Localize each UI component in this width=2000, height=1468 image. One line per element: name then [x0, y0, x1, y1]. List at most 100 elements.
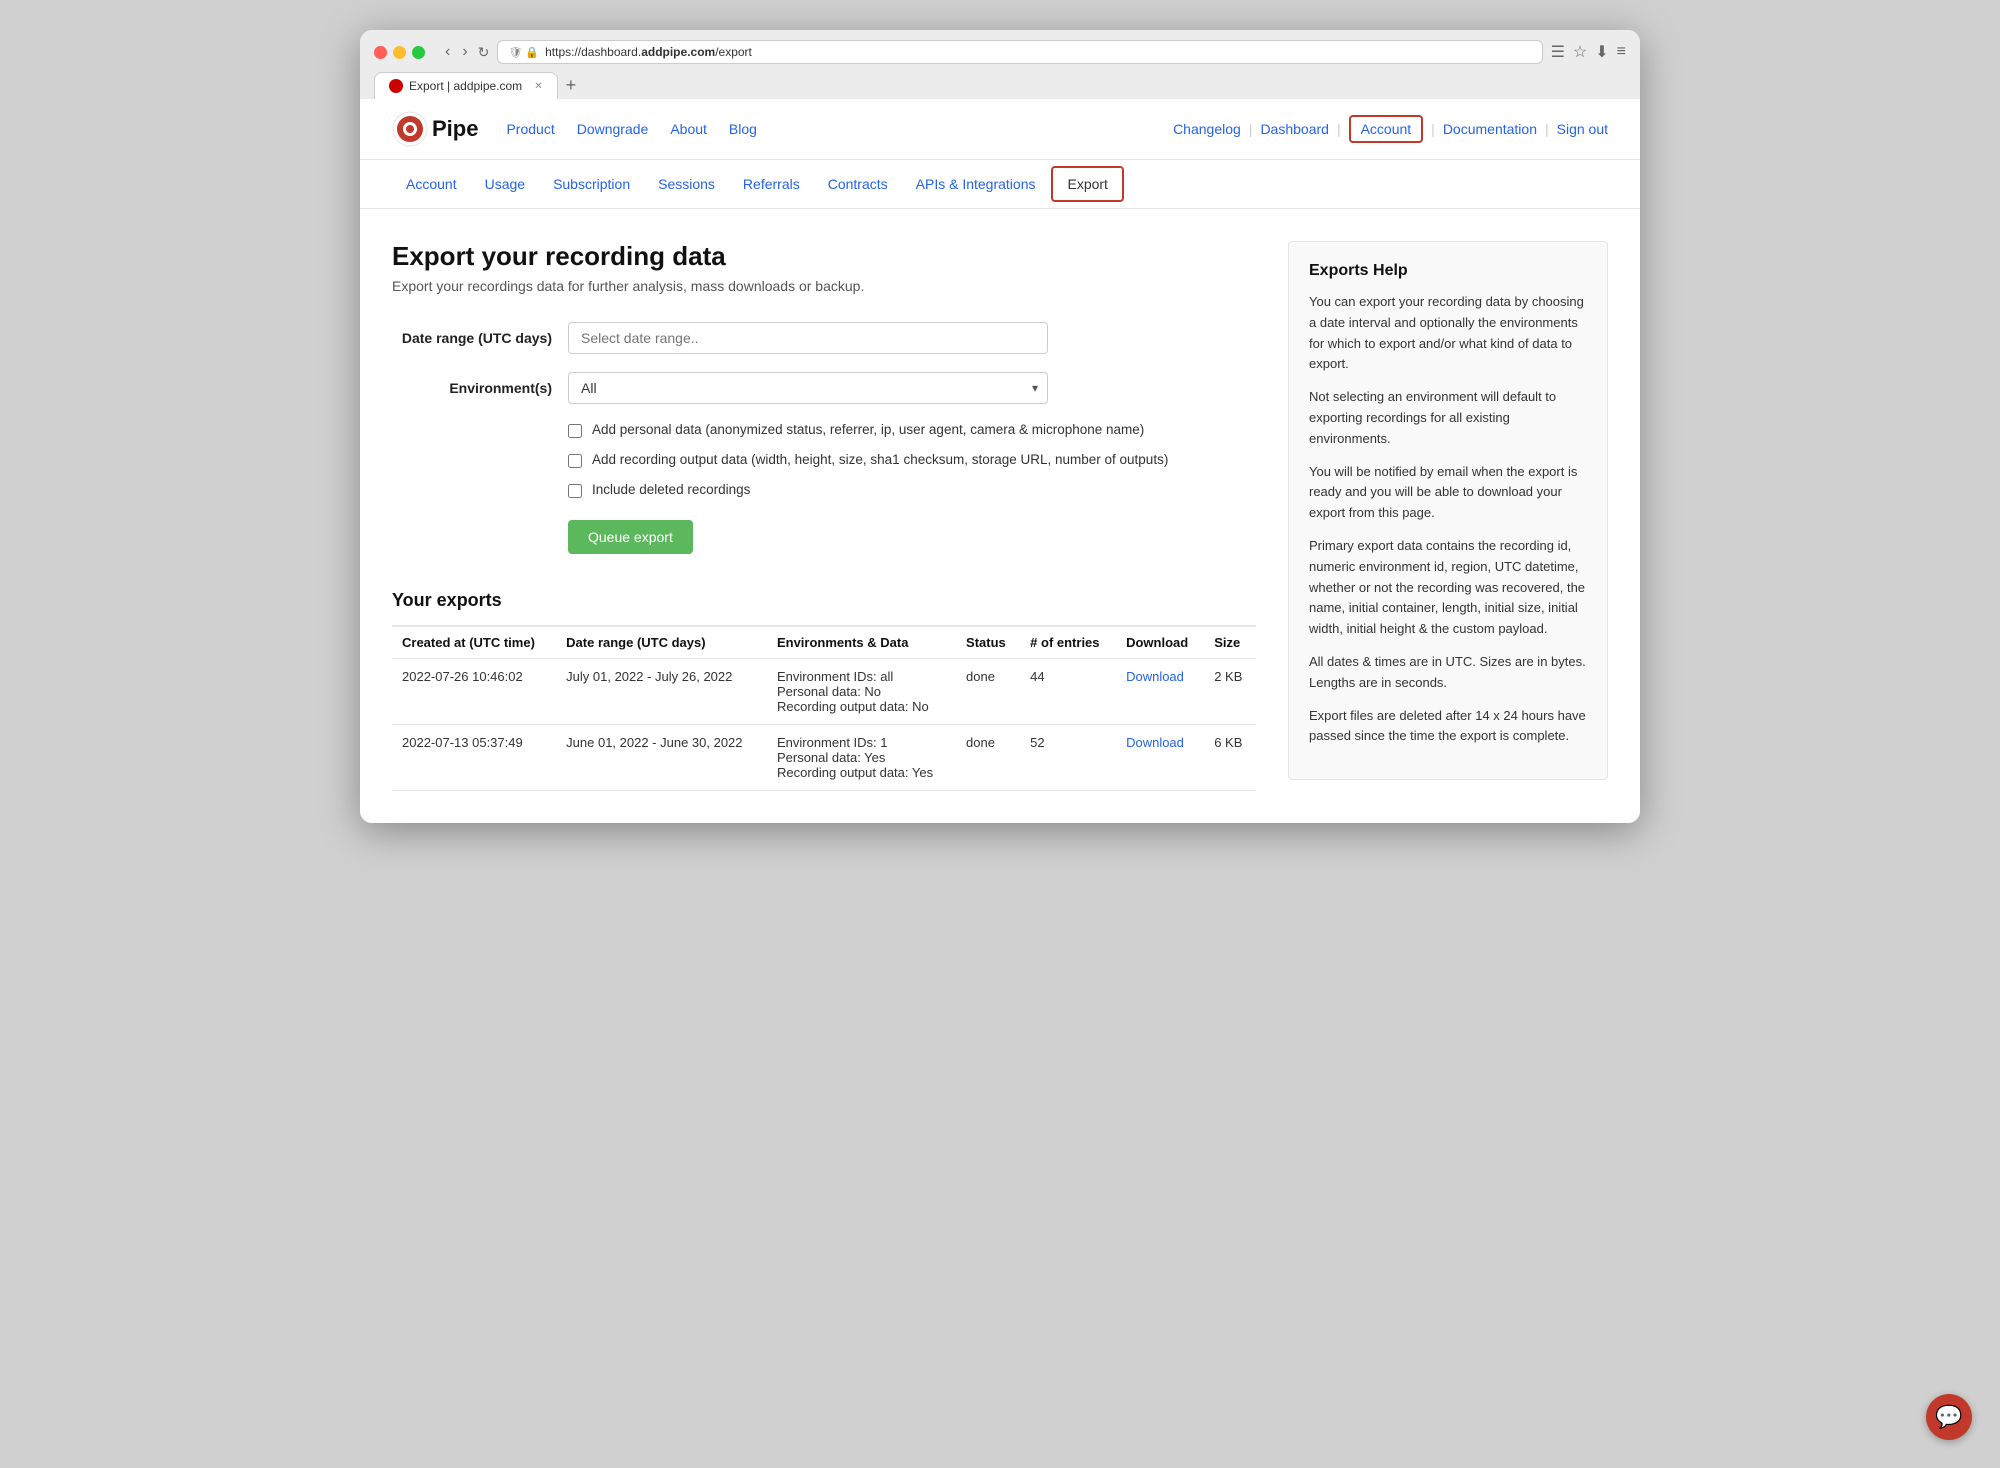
nav-divider-3: |	[1431, 121, 1435, 137]
forward-button[interactable]: ›	[458, 41, 471, 63]
security-icons: 🛡 🔒	[508, 46, 539, 59]
help-content: You can export your recording data by ch…	[1309, 292, 1587, 747]
nav-dashboard[interactable]: Dashboard	[1260, 121, 1329, 137]
download-link-0[interactable]: Download	[1126, 669, 1184, 684]
cell-download[interactable]: Download	[1116, 659, 1204, 725]
nav-signout[interactable]: Sign out	[1557, 121, 1608, 137]
address-url: https://dashboard.addpipe.com/export	[545, 45, 1531, 59]
col-created-at: Created at (UTC time)	[392, 626, 556, 659]
checkbox-output-data-label: Add recording output data (width, height…	[592, 452, 1168, 467]
col-entries: # of entries	[1020, 626, 1116, 659]
tab-favicon	[389, 79, 403, 93]
help-paragraph: All dates & times are in UTC. Sizes are …	[1309, 652, 1587, 694]
download-link-1[interactable]: Download	[1126, 735, 1184, 750]
environments-select-wrap: All ▾	[568, 372, 1048, 404]
new-tab-button[interactable]: +	[558, 75, 585, 96]
table-row: 2022-07-26 10:46:02 July 01, 2022 - July…	[392, 659, 1256, 725]
menu-icon[interactable]: ≡	[1617, 43, 1626, 61]
cell-download[interactable]: Download	[1116, 725, 1204, 791]
cell-date-range: June 01, 2022 - June 30, 2022	[556, 725, 767, 791]
nav-documentation[interactable]: Documentation	[1443, 121, 1537, 137]
maximize-button[interactable]	[412, 46, 425, 59]
checkbox-personal-data-row: Add personal data (anonymized status, re…	[568, 422, 1256, 438]
cell-entries: 52	[1020, 725, 1116, 791]
sub-nav: Account Usage Subscription Sessions Refe…	[360, 160, 1640, 209]
main-content: Export your recording data Export your r…	[360, 209, 1640, 823]
col-environments: Environments & Data	[767, 626, 956, 659]
logo-text: Pipe	[432, 116, 478, 142]
date-range-label: Date range (UTC days)	[392, 322, 552, 346]
checkbox-output-data[interactable]	[568, 454, 582, 468]
cell-created-at: 2022-07-26 10:46:02	[392, 659, 556, 725]
help-paragraph: You can export your recording data by ch…	[1309, 292, 1587, 375]
traffic-lights	[374, 46, 425, 59]
cell-size: 6 KB	[1204, 725, 1256, 791]
help-paragraph: Primary export data contains the recordi…	[1309, 536, 1587, 640]
page-title: Export your recording data	[392, 241, 1256, 272]
top-nav-right: Changelog | Dashboard | Account | Docume…	[1173, 115, 1608, 143]
environments-label: Environment(s)	[392, 372, 552, 396]
exports-section: Your exports Created at (UTC time) Date …	[392, 590, 1256, 791]
help-paragraph: Export files are deleted after 14 x 24 h…	[1309, 706, 1587, 748]
col-download: Download	[1116, 626, 1204, 659]
cell-created-at: 2022-07-13 05:37:49	[392, 725, 556, 791]
cell-date-range: July 01, 2022 - July 26, 2022	[556, 659, 767, 725]
subnav-sessions[interactable]: Sessions	[644, 164, 729, 204]
subnav-account[interactable]: Account	[392, 164, 471, 204]
close-button[interactable]	[374, 46, 387, 59]
subnav-export[interactable]: Export	[1051, 166, 1123, 202]
cell-environments: Environment IDs: allPersonal data: NoRec…	[767, 659, 956, 725]
nav-blog[interactable]: Blog	[729, 121, 757, 137]
tab-close-button[interactable]: ✕	[534, 81, 542, 92]
col-date-range: Date range (UTC days)	[556, 626, 767, 659]
download-icon[interactable]: ⬇	[1595, 42, 1608, 62]
queue-export-button[interactable]: Queue export	[568, 520, 693, 554]
nav-divider-2: |	[1337, 121, 1341, 137]
environments-select[interactable]: All	[568, 372, 1048, 404]
nav-changelog[interactable]: Changelog	[1173, 121, 1241, 137]
bookmark-icon[interactable]: ☰	[1551, 42, 1565, 62]
star-icon[interactable]: ☆	[1573, 42, 1587, 62]
nav-product[interactable]: Product	[506, 121, 554, 137]
nav-downgrade[interactable]: Downgrade	[577, 121, 649, 137]
page-subtitle: Export your recordings data for further …	[392, 278, 1256, 294]
checkbox-personal-data[interactable]	[568, 424, 582, 438]
content-left: Export your recording data Export your r…	[392, 241, 1256, 791]
chat-button[interactable]: 💬	[1926, 1394, 1972, 1440]
browser-toolbar-right: ☰ ☆ ⬇ ≡	[1551, 42, 1626, 62]
cell-status: done	[956, 725, 1020, 791]
subnav-referrals[interactable]: Referrals	[729, 164, 814, 204]
date-range-input[interactable]	[568, 322, 1048, 354]
nav-divider-4: |	[1545, 121, 1549, 137]
nav-account[interactable]: Account	[1349, 115, 1424, 143]
back-button[interactable]: ‹	[441, 41, 454, 63]
logo[interactable]: Pipe	[392, 111, 478, 147]
table-row: 2022-07-13 05:37:49 June 01, 2022 - June…	[392, 725, 1256, 791]
minimize-button[interactable]	[393, 46, 406, 59]
nav-about[interactable]: About	[670, 121, 707, 137]
tab-title: Export | addpipe.com	[409, 79, 522, 93]
checkbox-section: Add personal data (anonymized status, re…	[568, 422, 1256, 498]
export-form: Date range (UTC days) Environment(s) All…	[392, 322, 1256, 554]
subnav-usage[interactable]: Usage	[471, 164, 539, 204]
checkbox-deleted-recordings-row: Include deleted recordings	[568, 482, 1256, 498]
cell-size: 2 KB	[1204, 659, 1256, 725]
col-size: Size	[1204, 626, 1256, 659]
cell-environments: Environment IDs: 1Personal data: YesReco…	[767, 725, 956, 791]
checkbox-deleted-recordings[interactable]	[568, 484, 582, 498]
address-bar[interactable]: 🛡 🔒 https://dashboard.addpipe.com/export	[497, 40, 1542, 64]
col-status: Status	[956, 626, 1020, 659]
subnav-subscription[interactable]: Subscription	[539, 164, 644, 204]
help-paragraph: Not selecting an environment will defaul…	[1309, 387, 1587, 449]
help-sidebar: Exports Help You can export your recordi…	[1288, 241, 1608, 780]
subnav-apis[interactable]: APIs & Integrations	[902, 164, 1050, 204]
logo-icon	[392, 111, 428, 147]
reload-button[interactable]: ↻	[478, 41, 490, 63]
nav-divider-1: |	[1249, 121, 1253, 137]
active-tab[interactable]: Export | addpipe.com ✕	[374, 72, 558, 99]
cell-entries: 44	[1020, 659, 1116, 725]
cell-status: done	[956, 659, 1020, 725]
exports-title: Your exports	[392, 590, 1256, 611]
subnav-contracts[interactable]: Contracts	[814, 164, 902, 204]
date-range-row: Date range (UTC days)	[392, 322, 1256, 354]
